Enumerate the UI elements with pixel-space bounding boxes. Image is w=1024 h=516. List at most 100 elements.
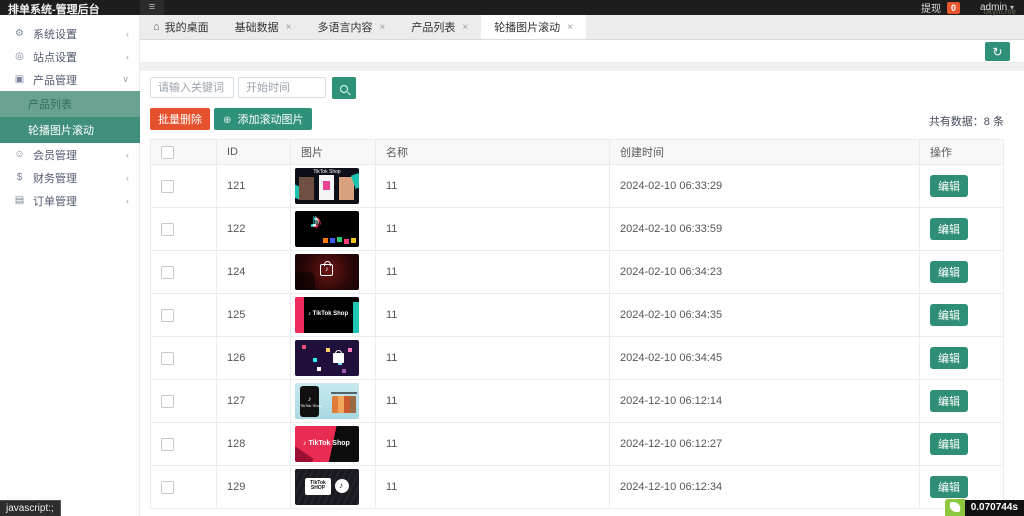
cell-name: 11 — [376, 380, 610, 423]
column-header: ID — [217, 140, 291, 165]
cell-created: 2024-02-10 06:34:35 — [610, 294, 920, 337]
tab-my-desktop[interactable]: ⌂ 我的桌面 — [140, 15, 222, 39]
tab-basic-data[interactable]: 基础数据 × — [222, 15, 305, 39]
caret-down-icon: ▾ — [1010, 3, 1014, 12]
withdraw-link[interactable]: 提现 — [921, 0, 941, 15]
table-row: 129 TikTok SHOP 11 2024-12-10 06:12:34 编… — [151, 466, 1004, 509]
withdraw-badge: 0 — [947, 2, 960, 14]
sidebar-item-order-management[interactable]: ▤ 订单管理 ‹ — [0, 189, 139, 212]
carousel-table: ID图片名称创建时间操作 121 TikTok Shop 11 2024-02-… — [150, 139, 1004, 509]
refresh-button[interactable]: ↻ — [985, 42, 1010, 61]
cell-id: 121 — [217, 165, 291, 208]
edit-button[interactable]: 编辑 — [930, 476, 968, 498]
keyword-input[interactable] — [150, 77, 234, 98]
sidebar-item-finance-management[interactable]: $ 财务管理 ‹ — [0, 166, 139, 189]
order-icon: ▤ — [12, 195, 27, 206]
carousel-thumbnail — [295, 340, 359, 376]
add-button-label: 添加滚动图片 — [237, 114, 303, 126]
sidebar-menu: ⚙ 系统设置 ‹ ◎ 站点设置 ‹ ▣ 产品管理 ∨ 产品列表轮播图片滚动 ☺ … — [0, 22, 139, 212]
cell-created: 2024-02-10 06:34:23 — [610, 251, 920, 294]
row-checkbox[interactable] — [161, 266, 174, 279]
cell-created: 2024-02-10 06:34:45 — [610, 337, 920, 380]
cell-id: 129 — [217, 466, 291, 509]
table-body: 121 TikTok Shop 11 2024-02-10 06:33:29 编… — [151, 165, 1004, 509]
cell-name: 11 — [376, 251, 610, 294]
sidebar-item-member-management[interactable]: ☺ 会员管理 ‹ — [0, 143, 139, 166]
sidebar-item-label: 站点设置 — [33, 49, 126, 65]
sidebar-item-site-settings[interactable]: ◎ 站点设置 ‹ — [0, 45, 139, 68]
tab-label: 产品列表 — [411, 19, 455, 35]
row-checkbox[interactable] — [161, 223, 174, 236]
tab-multilang-content[interactable]: 多语言内容 × — [305, 15, 399, 39]
app-header: 排单系统-管理后台 ≡ okym.me 提现 0 admin ▾ — [0, 0, 1024, 15]
add-carousel-button[interactable]: ⊕ 添加滚动图片 — [214, 108, 312, 130]
row-checkbox[interactable] — [161, 438, 174, 451]
sidebar-item-label: 订单管理 — [33, 193, 126, 209]
cell-created: 2024-12-10 06:12:34 — [610, 466, 920, 509]
table-row: 121 TikTok Shop 11 2024-02-10 06:33:29 编… — [151, 165, 1004, 208]
row-checkbox[interactable] — [161, 309, 174, 322]
link-preview: javascript:; — [0, 500, 61, 516]
cell-name: 11 — [376, 208, 610, 251]
select-all-cell — [151, 140, 217, 165]
chevron-left-icon: ‹ — [126, 52, 129, 62]
sidebar-item-label: 产品管理 — [33, 72, 122, 88]
tab-label: 基础数据 — [235, 19, 279, 35]
edit-button[interactable]: 编辑 — [930, 433, 968, 455]
search-button[interactable] — [332, 77, 356, 99]
sidebar: ⚙ 系统设置 ‹ ◎ 站点设置 ‹ ▣ 产品管理 ∨ 产品列表轮播图片滚动 ☺ … — [0, 15, 140, 516]
edit-button[interactable]: 编辑 — [930, 218, 968, 240]
row-checkbox[interactable] — [161, 352, 174, 365]
table-row: 128 TikTok Shop 11 2024-12-10 06:12:27 编… — [151, 423, 1004, 466]
batch-delete-button[interactable]: 批量删除 — [150, 108, 210, 130]
site-icon: ◎ — [12, 51, 27, 62]
cell-name: 11 — [376, 294, 610, 337]
cell-name: 11 — [376, 423, 610, 466]
sidebar-item-label: 会员管理 — [33, 147, 126, 163]
edit-button[interactable]: 编辑 — [930, 390, 968, 412]
start-time-input[interactable] — [238, 77, 326, 98]
close-icon[interactable]: × — [380, 22, 386, 33]
carousel-thumbnail: TikTok Shop — [295, 383, 359, 419]
row-checkbox[interactable] — [161, 481, 174, 494]
cell-id: 125 — [217, 294, 291, 337]
select-all-checkbox[interactable] — [161, 146, 174, 159]
close-icon[interactable]: × — [462, 22, 468, 33]
edit-button[interactable]: 编辑 — [930, 175, 968, 197]
tab-product-list[interactable]: 产品列表 × — [398, 15, 481, 39]
cell-id: 127 — [217, 380, 291, 423]
sidebar-subitem-carousel-images[interactable]: 轮播图片滚动 — [0, 117, 140, 143]
cell-name: 11 — [376, 165, 610, 208]
row-checkbox[interactable] — [161, 180, 174, 193]
username: admin — [980, 2, 1007, 13]
main-content: 批量删除 ⊕ 添加滚动图片 共有数据：8 条 ID图片名称创建时间操作 121 … — [140, 71, 1024, 516]
cell-name: 11 — [376, 466, 610, 509]
chevron-down-icon: ∨ — [122, 74, 129, 85]
home-icon: ⌂ — [153, 21, 160, 33]
sidebar-item-product-management[interactable]: ▣ 产品管理 ∨ — [0, 68, 139, 91]
table-row: 126 11 2024-02-10 06:34:45 编辑 — [151, 337, 1004, 380]
column-header: 创建时间 — [610, 140, 920, 165]
carousel-thumbnail: TikTok SHOP — [295, 469, 359, 505]
edit-button[interactable]: 编辑 — [930, 261, 968, 283]
table-header-row: ID图片名称创建时间操作 — [151, 140, 1004, 165]
cell-created: 2024-12-10 06:12:14 — [610, 380, 920, 423]
user-menu[interactable]: admin ▾ — [980, 2, 1014, 13]
close-icon[interactable]: × — [567, 22, 573, 33]
tabbar: ⌂ 我的桌面 基础数据 × 多语言内容 × 产品列表 × 轮播图片滚动 × — [140, 15, 1024, 40]
tab-label: 多语言内容 — [318, 19, 373, 35]
close-icon[interactable]: × — [286, 22, 292, 33]
edit-button[interactable]: 编辑 — [930, 347, 968, 369]
column-header: 图片 — [291, 140, 376, 165]
sidebar-subitem-product-list[interactable]: 产品列表 — [0, 91, 140, 117]
edit-button[interactable]: 编辑 — [930, 304, 968, 326]
table-row: 127 TikTok Shop 11 2024-12-10 06:12:14 编… — [151, 380, 1004, 423]
tab-carousel-scroll[interactable]: 轮播图片滚动 × — [481, 15, 586, 39]
carousel-thumbnail: TikTok Shop — [295, 297, 359, 333]
row-checkbox[interactable] — [161, 395, 174, 408]
sidebar-item-system-settings[interactable]: ⚙ 系统设置 ‹ — [0, 22, 139, 45]
menu-icon[interactable]: ≡ — [140, 0, 164, 15]
tab-label: 我的桌面 — [165, 19, 209, 35]
cell-id: 126 — [217, 337, 291, 380]
cell-name: 11 — [376, 337, 610, 380]
